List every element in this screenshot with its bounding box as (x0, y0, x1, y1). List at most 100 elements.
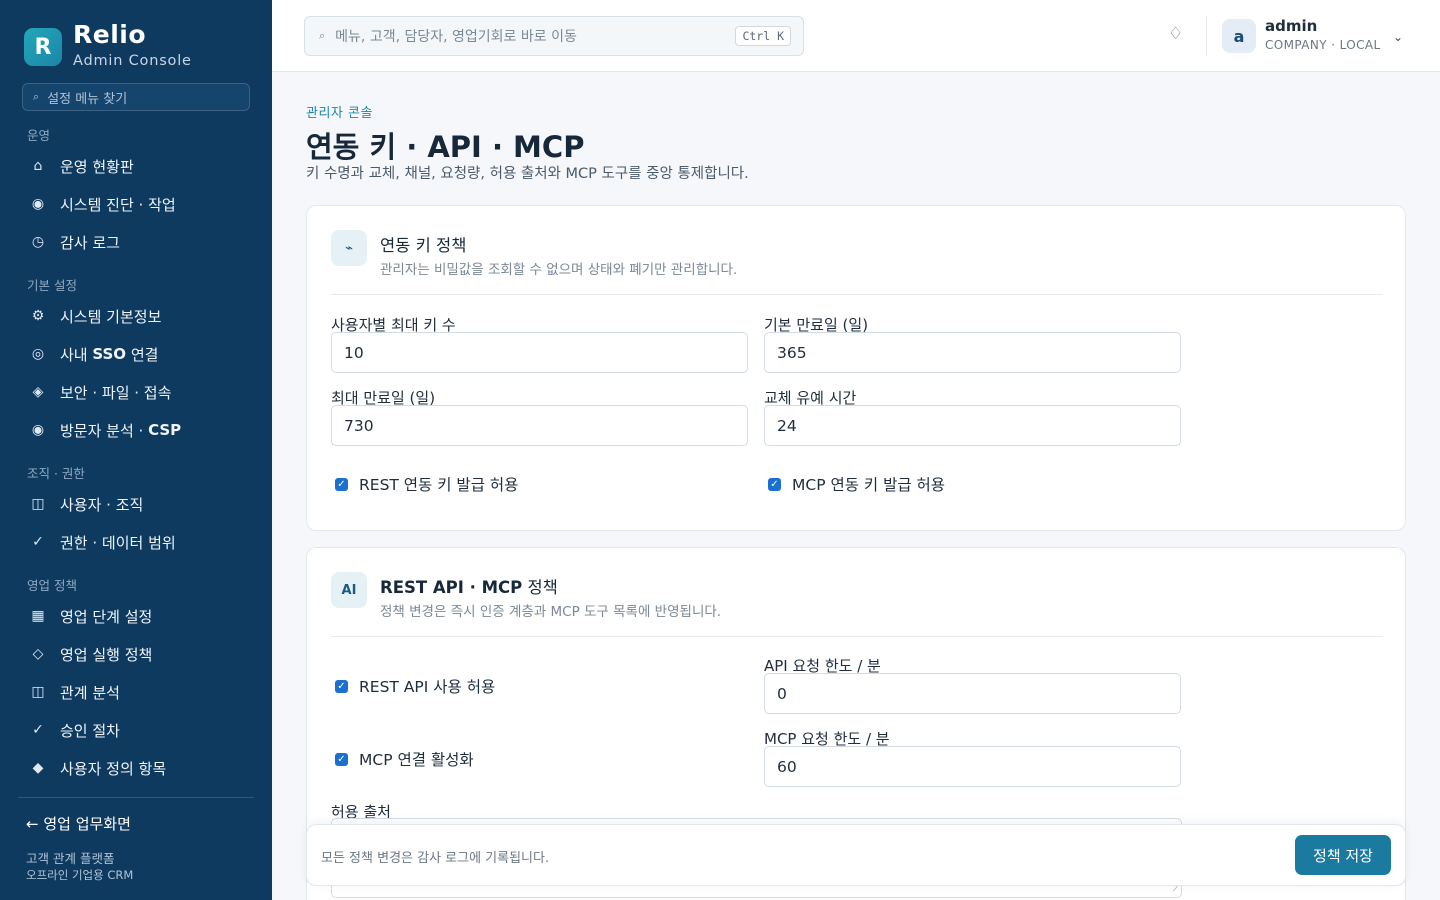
mcp-enabled-checkbox[interactable]: ✓ MCP 연결 활성화 (335, 748, 474, 770)
sidebar-search-input[interactable]: ⌕ 설정 메뉴 찾기 (22, 83, 250, 111)
diamond-outline-icon: ◇ (32, 646, 44, 662)
sidebar-item-system-info[interactable]: ⚙ 시스템 기본정보 (30, 304, 162, 328)
sidebar-group-org: 조직 · 권한 (27, 466, 85, 481)
checkbox-checked-icon: ✓ (768, 477, 781, 491)
diamond-filled-icon: ◆ (32, 760, 44, 776)
sidebar-item-label: 영업 실행 정책 (60, 645, 153, 664)
sidebar-item-label: 사용자 정의 항목 (60, 759, 167, 778)
grace-period-field[interactable] (764, 405, 1181, 446)
sidebar-item-sales-policy[interactable]: ◇ 영업 실행 정책 (30, 642, 153, 666)
sidebar-item-label: 영업 단계 설정 (60, 607, 153, 626)
sidebar-item-relation-analysis[interactable]: ◫ 관계 분석 (30, 680, 120, 704)
page-title-plain: 연동 키 · (306, 130, 428, 164)
rest-api-enabled-checkbox[interactable]: ✓ REST API 사용 허용 (335, 675, 495, 697)
sso-icon: ◎ (31, 346, 45, 362)
card-title: 연동 키 정책 (380, 236, 467, 255)
sidebar-item-custom-fields[interactable]: ◆ 사용자 정의 항목 (30, 756, 167, 780)
sidebar-item-approval[interactable]: ✓ 승인 절차 (30, 718, 120, 742)
brand-subtitle: Admin Console (73, 53, 192, 69)
sidebar-item-label: 승인 절차 (60, 721, 120, 740)
sidebar-item-audit-log[interactable]: ◷ 감사 로그 (30, 230, 120, 254)
user-org: COMPANY · LOCAL (1265, 38, 1381, 52)
max-keys-field[interactable] (331, 332, 748, 373)
key-policy-card: ⌁ 연동 키 정책 관리자는 비밀값을 조회할 수 없으며 상태와 폐기만 관리… (306, 205, 1406, 531)
search-icon: ⌕ (319, 29, 326, 42)
page-description: 키 수명과 교체, 채널, 요청량, 허용 출처와 MCP 도구를 중앙 통제합… (306, 166, 749, 182)
card-title-bold: REST API · MCP (380, 578, 523, 597)
sidebar-item-label: 시스템 기본정보 (60, 307, 162, 326)
sidebar-item-sso[interactable]: ◎ 사내 SSO 연결 (30, 342, 159, 366)
key-icon: ⌁ (331, 230, 367, 266)
global-search-input[interactable]: ⌕ 메뉴, 고객, 담당자, 영업기회로 바로 이동 Ctrl K (304, 16, 804, 56)
back-to-sales-link[interactable]: ← 영업 업무화면 (26, 813, 131, 834)
sidebar-divider (18, 797, 254, 798)
card-title-plain: 정책 (522, 578, 558, 597)
sidebar-item-label: 감사 로그 (60, 233, 120, 252)
sidebar-footer-subtitle: 오프라인 기업용 CRM (26, 868, 134, 882)
save-policy-button[interactable]: 정책 저장 (1295, 835, 1391, 875)
mcp-rate-field[interactable] (764, 746, 1181, 787)
api-rate-field[interactable] (764, 673, 1181, 714)
topbar: ⌕ 메뉴, 고객, 담당자, 영업기회로 바로 이동 Ctrl K ♢ a ad… (272, 0, 1440, 72)
sidebar-item-permissions[interactable]: ✓ 권한 · 데이터 범위 (30, 530, 176, 554)
mcp-key-issue-checkbox[interactable]: ✓ MCP 연동 키 발급 허용 (768, 473, 945, 495)
card-title: REST API · MCP 정책 (380, 574, 558, 598)
sidebar-item-label-bold: CSP (148, 421, 182, 439)
chevron-down-icon[interactable]: ⌄ (1393, 30, 1403, 44)
relation-icon: ◫ (31, 684, 45, 700)
card-subtitle: 관리자는 비밀값을 조회할 수 없으며 상태와 폐기만 관리합니다. (380, 262, 738, 278)
sidebar-item-label: 보안 · 파일 · 접속 (60, 383, 172, 402)
sidebar-item-label-post: 연결 (126, 345, 159, 364)
default-expiry-field[interactable] (764, 332, 1181, 373)
checkbox-label: REST API 사용 허용 (359, 678, 496, 696)
analytics-icon: ◉ (31, 422, 45, 438)
users-icon: ◫ (31, 496, 45, 512)
sidebar-item-label: 관계 분석 (60, 683, 120, 702)
rest-key-issue-checkbox[interactable]: ✓ REST 연동 키 발급 허용 (335, 473, 518, 495)
sidebar-group-sales: 영업 정책 (27, 578, 77, 593)
sidebar-item-diagnostics[interactable]: ◉ 시스템 진단 · 작업 (30, 192, 176, 216)
brand-logo: R (24, 28, 62, 66)
avatar[interactable]: a (1222, 19, 1256, 53)
sidebar-item-label: 사용자 · 조직 (60, 495, 144, 514)
checkbox-label: MCP 연동 키 발급 허용 (792, 476, 946, 494)
sidebar-item-label: 운영 현황판 (60, 157, 134, 176)
sidebar-item-visitor-csp[interactable]: ◉ 방문자 분석 · CSP (30, 418, 181, 442)
sidebar-group-basic: 기본 설정 (27, 278, 77, 293)
save-bar: 모든 정책 변경은 감사 로그에 기록됩니다. 정책 저장 (306, 824, 1406, 886)
sidebar-item-security[interactable]: ◈ 보안 · 파일 · 접속 (30, 380, 172, 404)
search-shortcut-badge: Ctrl K (735, 26, 791, 46)
card-divider (331, 636, 1383, 637)
checkbox-checked-icon: ✓ (335, 679, 348, 693)
sidebar-item-label-pre: 방문자 분석 · (60, 421, 149, 440)
sidebar-item-label-pre: 사내 (60, 345, 93, 364)
sidebar-item-users[interactable]: ◫ 사용자 · 조직 (30, 492, 143, 516)
sidebar-item-ops-dashboard[interactable]: ⌂ 운영 현황판 (30, 154, 134, 178)
sidebar-item-label: 시스템 진단 · 작업 (60, 195, 176, 214)
checkbox-checked-icon: ✓ (335, 752, 348, 766)
checkbox-label: MCP 연결 활성화 (359, 751, 474, 769)
user-name[interactable]: admin (1265, 17, 1317, 35)
diagnostic-icon: ◉ (31, 196, 45, 212)
breadcrumb[interactable]: 관리자 콘솔 (306, 102, 373, 121)
brand-name: Relio (73, 20, 147, 49)
card-divider (331, 294, 1383, 295)
brand[interactable]: R Relio Admin Console (24, 22, 192, 69)
save-note: 모든 정책 변경은 감사 로그에 기록됩니다. (321, 851, 550, 866)
approval-icon: ✓ (32, 722, 44, 738)
diamond-icon[interactable]: ♢ (1168, 24, 1183, 44)
max-expiry-field[interactable] (331, 405, 748, 446)
sidebar-item-label: 권한 · 데이터 범위 (60, 533, 176, 552)
grid-icon: ▦ (31, 608, 45, 624)
ai-icon: AI (331, 572, 367, 608)
sidebar-group-ops: 운영 (27, 128, 51, 143)
sidebar-item-sales-stages[interactable]: ▦ 영업 단계 설정 (30, 604, 152, 628)
gear-icon: ⚙ (31, 308, 45, 324)
search-icon: ⌕ (33, 90, 40, 103)
sidebar-footer-title: 고객 관계 플랫폼 (26, 851, 115, 866)
sidebar: R Relio Admin Console ⌕ 설정 메뉴 찾기 운영 ⌂ 운영… (0, 0, 272, 900)
home-icon: ⌂ (33, 158, 43, 174)
clock-icon: ◷ (31, 234, 45, 250)
global-search-placeholder: 메뉴, 고객, 담당자, 영업기회로 바로 이동 (335, 29, 577, 45)
sidebar-search-placeholder: 설정 메뉴 찾기 (47, 91, 128, 107)
